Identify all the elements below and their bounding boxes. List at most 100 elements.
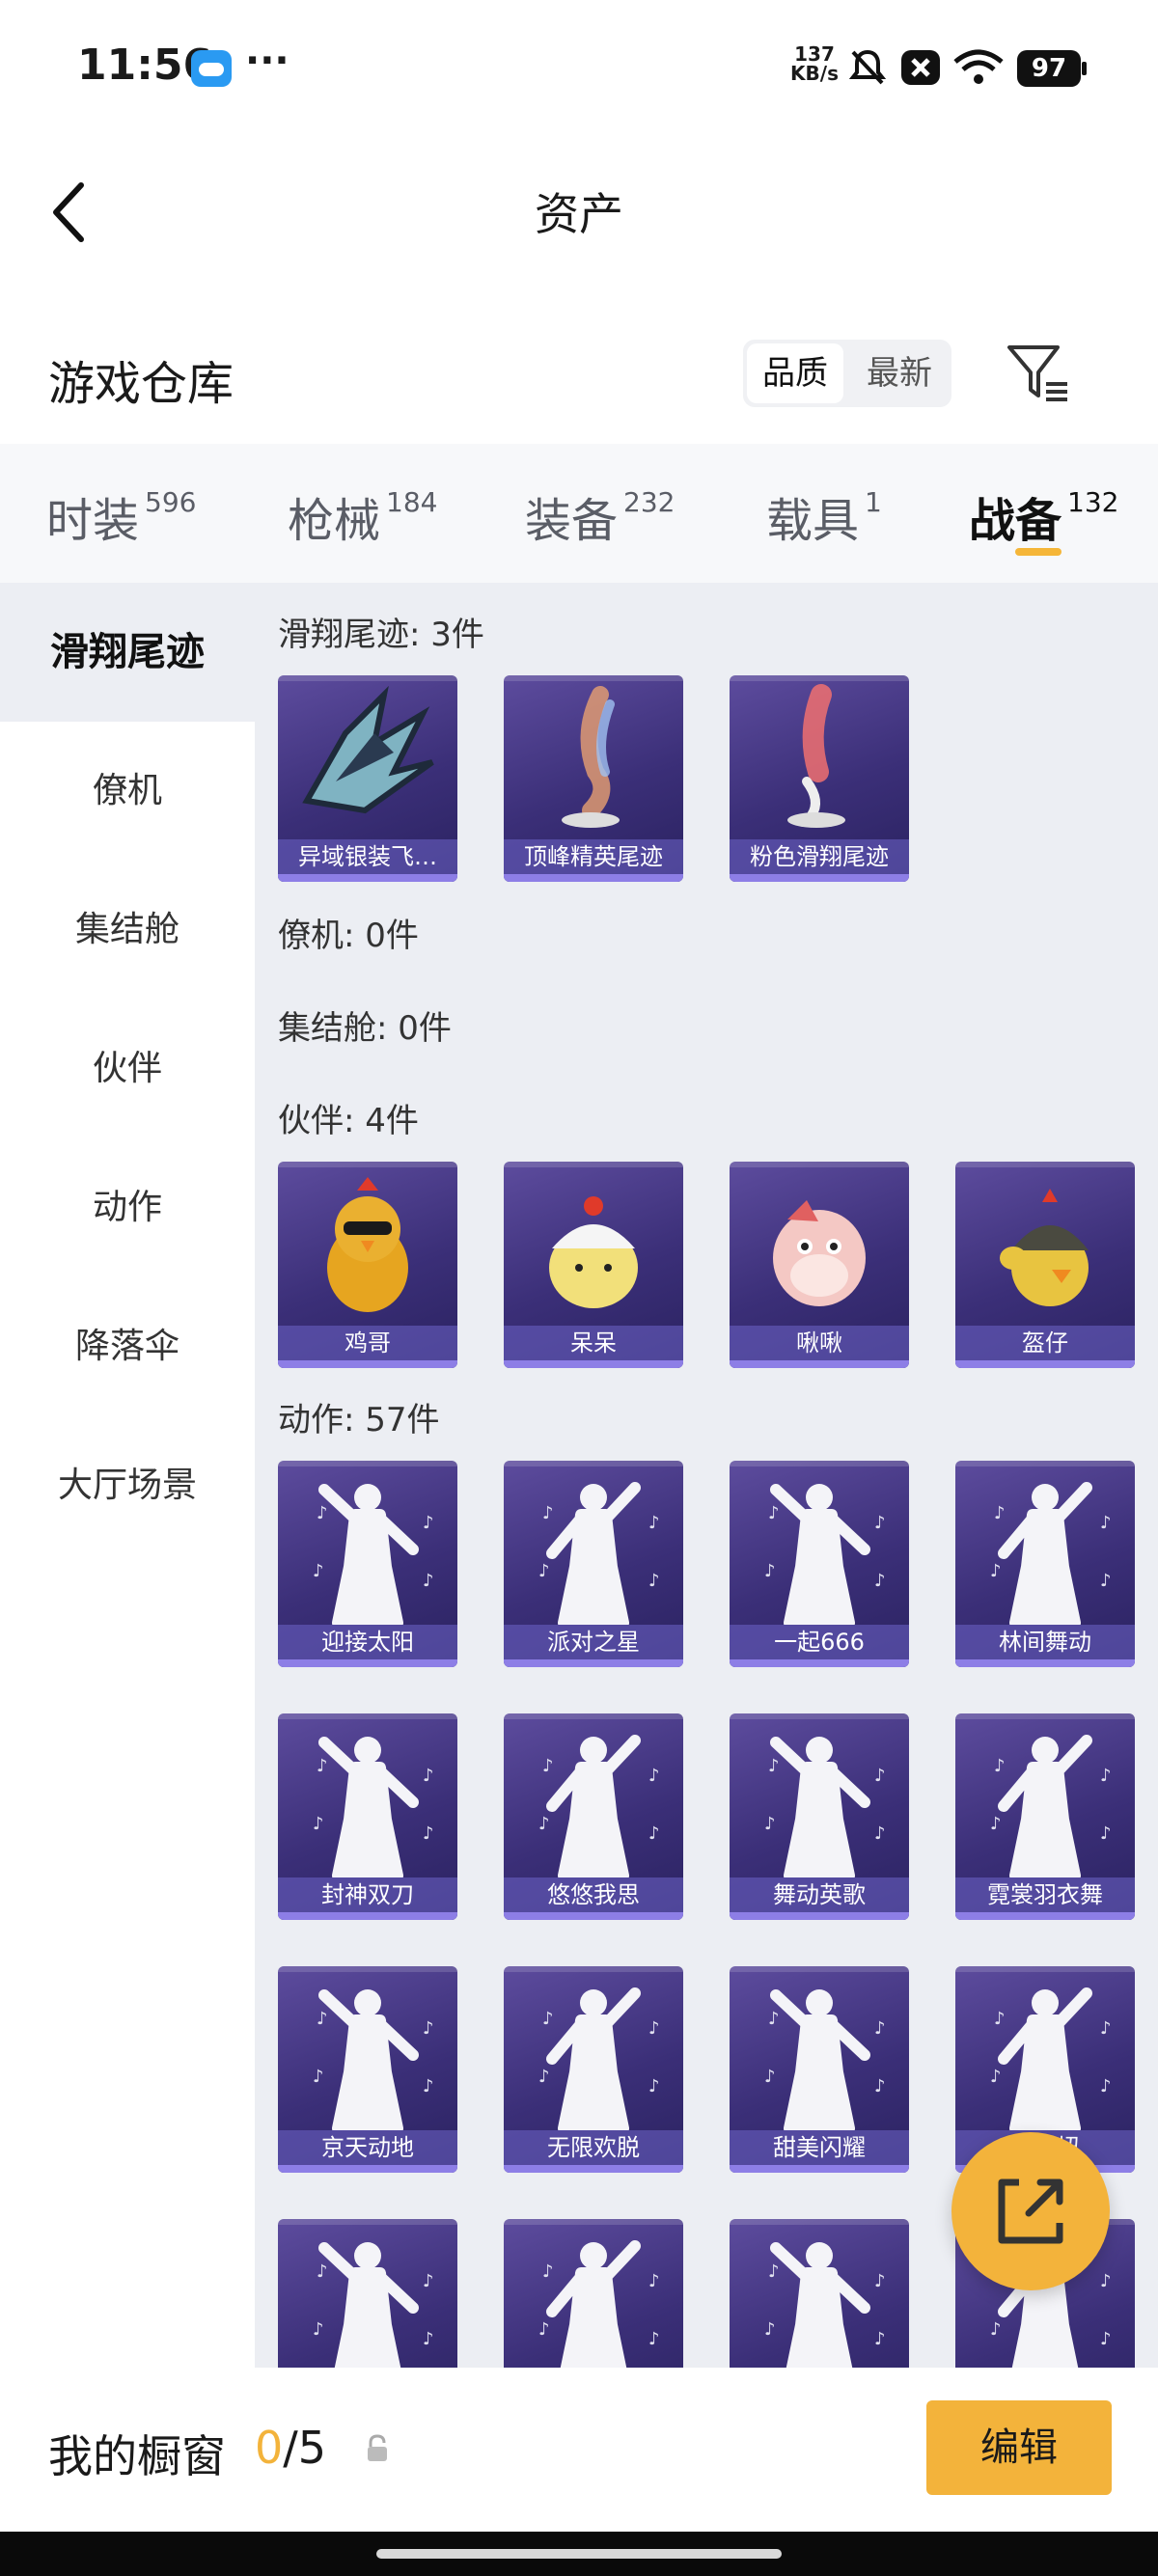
dance-pose-image: ♪ ♪ ♪ ♪ <box>313 1484 434 1625</box>
tab-count: 1 <box>865 486 882 518</box>
blocked-notification-icon <box>901 50 940 85</box>
music-note-icon: ♪ <box>317 1756 328 1776</box>
sidebar-item-wingman[interactable]: 僚机 <box>0 722 255 861</box>
music-note-icon: ♪ <box>313 2067 324 2087</box>
item-card[interactable]: 啾啾 <box>730 1162 909 1368</box>
sidebar-item-rally-pod[interactable]: 集结舱 <box>0 861 255 1000</box>
sidebar-item-lobby-scene[interactable]: 大厅场景 <box>0 1416 255 1555</box>
music-note-icon: ♪ <box>538 2319 550 2340</box>
item-card[interactable]: ♪ ♪ ♪ ♪ 一起666 <box>730 1461 909 1667</box>
item-name: 粉色滑翔尾迹 <box>730 839 909 874</box>
item-card[interactable]: ♪ ♪ ♪ ♪ 派对之星 <box>504 1461 683 1667</box>
music-note-icon: ♪ <box>317 1503 328 1523</box>
item-card[interactable]: ♪ ♪ ♪ ♪ 无限欢脱 <box>504 1966 683 2173</box>
music-note-icon: ♪ <box>990 2319 1002 2340</box>
cloud-app-icon <box>191 50 232 87</box>
card-rarity-bar <box>730 1360 909 1368</box>
item-card[interactable]: ♪ ♪ ♪ ♪ 迎接太阳 <box>278 1461 457 1667</box>
share-icon <box>998 2179 1063 2244</box>
card-rarity-bar <box>504 1360 683 1368</box>
sidebar-item-parachute[interactable]: 降落伞 <box>0 1277 255 1416</box>
music-note-icon: ♪ <box>1100 1766 1112 1786</box>
item-name: 呆呆 <box>504 1326 683 1360</box>
item-card[interactable]: ♪ ♪ ♪ ♪ 封神双刀 <box>278 1713 457 1920</box>
wing-glider-image <box>302 685 434 814</box>
tab-label: 时装 <box>46 494 140 548</box>
tab-count: 132 <box>1067 486 1119 518</box>
item-card[interactable]: 异域银装飞… <box>278 675 457 882</box>
item-card[interactable]: ♪ ♪ ♪ ♪ <box>730 2219 909 2368</box>
item-card[interactable]: 粉色滑翔尾迹 <box>730 675 909 882</box>
item-card[interactable]: 盔仔 <box>955 1162 1135 1368</box>
music-note-icon: ♪ <box>648 2329 660 2349</box>
music-note-icon: ♪ <box>423 1513 434 1533</box>
music-note-icon: ♪ <box>874 1513 886 1533</box>
bird-partner-image <box>773 1200 866 1306</box>
home-indicator[interactable] <box>376 2549 782 2559</box>
dance-pose-image: ♪ ♪ ♪ ♪ <box>764 1737 886 1877</box>
helmet-chick-partner-image <box>1000 1189 1089 1306</box>
card-rarity-bar <box>730 1659 909 1667</box>
filter-icon[interactable] <box>1004 342 1071 405</box>
sidebar-item-emote[interactable]: 动作 <box>0 1138 255 1277</box>
music-note-icon: ♪ <box>874 2271 886 2291</box>
music-note-icon: ♪ <box>317 2009 328 2029</box>
item-card[interactable]: 鸡哥 <box>278 1162 457 1368</box>
showcase-count: 0/5 <box>255 2422 326 2474</box>
music-note-icon: ♪ <box>994 1756 1006 1776</box>
item-card[interactable]: ♪ ♪ ♪ ♪ <box>504 2219 683 2368</box>
music-note-icon: ♪ <box>542 2261 554 2282</box>
card-rarity-bar <box>278 1912 457 1920</box>
music-note-icon: ♪ <box>768 2261 780 2282</box>
music-note-icon: ♪ <box>764 1561 776 1581</box>
sidebar-item-glide-trail[interactable]: 滑翔尾迹 <box>0 583 255 722</box>
item-grid-area: 滑翔尾迹: 3件 异域银装飞… 顶峰精英尾迹 粉色滑翔尾迹 僚机: 0件 集结舱… <box>255 583 1158 2368</box>
tab-battle-gear[interactable]: 战备 132 <box>969 482 1118 550</box>
share-button[interactable] <box>951 2132 1110 2290</box>
tab-label: 装备 <box>525 494 619 548</box>
wifi-icon <box>953 49 1004 84</box>
sidebar-item-partner[interactable]: 伙伴 <box>0 1000 255 1138</box>
item-card[interactable]: ♪ ♪ ♪ ♪ 京天动地 <box>278 1966 457 2173</box>
pink-smoke-trail-image <box>787 684 845 828</box>
music-note-icon: ♪ <box>1100 2018 1112 2039</box>
edit-button[interactable]: 编辑 <box>926 2400 1112 2495</box>
music-note-icon: ♪ <box>423 2329 434 2349</box>
item-name: 啾啾 <box>730 1326 909 1360</box>
card-rarity-bar <box>730 1912 909 1920</box>
tab-vehicles[interactable]: 载具 1 <box>766 482 882 550</box>
music-note-icon: ♪ <box>648 1513 660 1533</box>
music-note-icon: ♪ <box>1100 1823 1112 1844</box>
item-card[interactable]: ♪ ♪ ♪ ♪ 悠悠我思 <box>504 1713 683 1920</box>
tab-fashion[interactable]: 时装 596 <box>46 482 196 550</box>
item-card[interactable]: ♪ ♪ ♪ ♪ <box>278 2219 457 2368</box>
music-note-icon: ♪ <box>874 1823 886 1844</box>
mute-bell-icon <box>848 49 887 85</box>
music-note-icon: ♪ <box>538 1814 550 1834</box>
item-card[interactable]: ♪ ♪ ♪ ♪ 霓裳羽衣舞 <box>955 1713 1135 1920</box>
card-rarity-bar <box>504 1912 683 1920</box>
active-tab-indicator <box>1015 548 1062 556</box>
sort-by-quality-button[interactable]: 品质 <box>747 343 843 403</box>
music-note-icon: ♪ <box>423 1823 434 1844</box>
music-note-icon: ♪ <box>542 1503 554 1523</box>
item-card[interactable]: 呆呆 <box>504 1162 683 1368</box>
music-note-icon: ♪ <box>313 1561 324 1581</box>
item-card[interactable]: ♪ ♪ ♪ ♪ 林间舞动 <box>955 1461 1135 1667</box>
item-card[interactable]: 顶峰精英尾迹 <box>504 675 683 882</box>
item-card[interactable]: ♪ ♪ ♪ ♪ 舞动英歌 <box>730 1713 909 1920</box>
item-card[interactable]: ♪ ♪ ♪ ♪ 甜美闪耀 <box>730 1966 909 2173</box>
sort-by-newest-button[interactable]: 最新 <box>851 343 948 403</box>
tab-firearms[interactable]: 枪械 184 <box>288 482 437 550</box>
music-note-icon: ♪ <box>874 2018 886 2039</box>
network-speed-value: 137 <box>794 42 835 66</box>
item-name: 迎接太阳 <box>278 1625 457 1659</box>
music-note-icon: ♪ <box>1100 2076 1112 2096</box>
dance-pose-image: ♪ ♪ ♪ ♪ <box>538 2240 660 2368</box>
music-note-icon: ♪ <box>1100 2329 1112 2349</box>
status-bar: 11:56 ··· 137 KB/s 97 <box>0 0 1158 135</box>
music-note-icon: ♪ <box>317 2261 328 2282</box>
card-rarity-bar <box>504 2165 683 2173</box>
tab-equipment[interactable]: 装备 232 <box>525 482 675 550</box>
music-note-icon: ♪ <box>768 2009 780 2029</box>
